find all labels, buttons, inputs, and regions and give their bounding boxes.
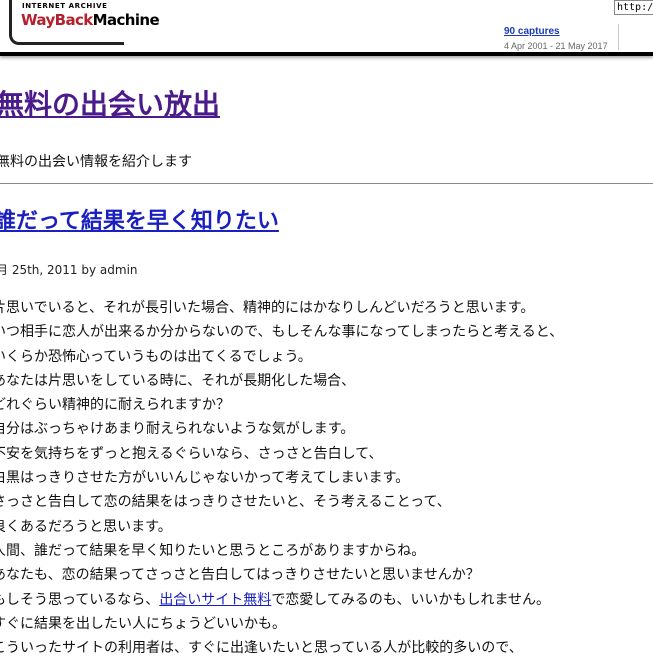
post-line-with-link: もしそう思っているなら、出合いサイト無料で恋愛してみるのも、いいかもしれません。 bbox=[0, 588, 563, 612]
post-line: さっさと告白して恋の結果をはっきりさせたいと、そう考えることって、 bbox=[0, 494, 451, 511]
internet-archive-label: INTERNET ARCHIVE bbox=[22, 2, 108, 10]
post-line: いつ相手に恋人が出来るか分からないので、もしそんな事になってしまったらと考えると… bbox=[0, 324, 564, 341]
link-suffix-text: で恋愛してみるのも、いいかもしれません。 bbox=[271, 591, 551, 608]
header-divider bbox=[0, 183, 653, 184]
wayback-wordmark-part2: Machine bbox=[92, 11, 160, 29]
link-prefix-text: もしそう思っているなら、 bbox=[0, 591, 160, 608]
toolbar-divider bbox=[618, 24, 619, 50]
post-line: こういったサイトの利用者は、すぐに出逢いたいと思っている人が比較的多いので、 bbox=[0, 640, 523, 657]
post-title-link[interactable]: 誰だって結果を早く知りたい bbox=[0, 203, 279, 235]
post-line: すぐに結果を出したい人にちょうどいいかも。 bbox=[0, 615, 286, 632]
post-line: あなたは片思いをしている時に、それが長期化した場合、 bbox=[0, 372, 356, 389]
wayback-wordmark-part1: WayBack bbox=[21, 11, 93, 29]
post-body: 片思いでいると、それが長引いた場合、精神的にはかなりしんどいだろうと思います。 … bbox=[0, 296, 563, 660]
url-input[interactable]: http://w bbox=[614, 0, 653, 15]
wayback-toolbar: INTERNET ARCHIVE WayBackMachine http://w… bbox=[0, 0, 653, 56]
post-meta: 月 25th, 2011 by admin bbox=[0, 263, 138, 277]
site-title-link[interactable]: 無料の出会い放出 bbox=[0, 83, 220, 123]
site-description: 無料の出会い情報を紹介します bbox=[0, 154, 192, 170]
post-line: 白黒はっきりさせた方がいいんじゃないかって考えてしまいます。 bbox=[0, 470, 410, 487]
wayback-wordmark: WayBackMachine bbox=[21, 11, 160, 29]
post-line: 不安を気持ちをずっと抱えるぐらいなら、さっさと告白して、 bbox=[0, 445, 383, 462]
post-line: 人間、誰だって結果を早く知りたいと思うところがありますからね。 bbox=[0, 542, 426, 559]
wayback-logo[interactable]: INTERNET ARCHIVE WayBackMachine bbox=[9, 0, 160, 45]
dating-site-link[interactable]: 出合いサイト無料 bbox=[159, 592, 271, 608]
post-line: どれぐらい精神的に耐えられますか？ bbox=[0, 397, 230, 414]
post-line: あなたも、恋の結果ってさっさと告白してはっきりさせたいと思いませんか？ bbox=[0, 567, 480, 584]
post-line: 片思いでいると、それが長引いた場合、精神的にはかなりしんどいだろうと思います。 bbox=[0, 300, 535, 316]
post-line: 自分はぶっちゃけあまり耐えられないような気がします。 bbox=[0, 421, 355, 438]
capture-date-range: 4 Apr 2001 - 21 May 2017 bbox=[504, 41, 608, 51]
captures-link[interactable]: 90 captures bbox=[504, 26, 560, 37]
post-line: いくらか恐怖心っていうものは出てくるでしょう。 bbox=[0, 348, 312, 365]
post-line: 良くあるだろうと思います。 bbox=[0, 518, 172, 535]
